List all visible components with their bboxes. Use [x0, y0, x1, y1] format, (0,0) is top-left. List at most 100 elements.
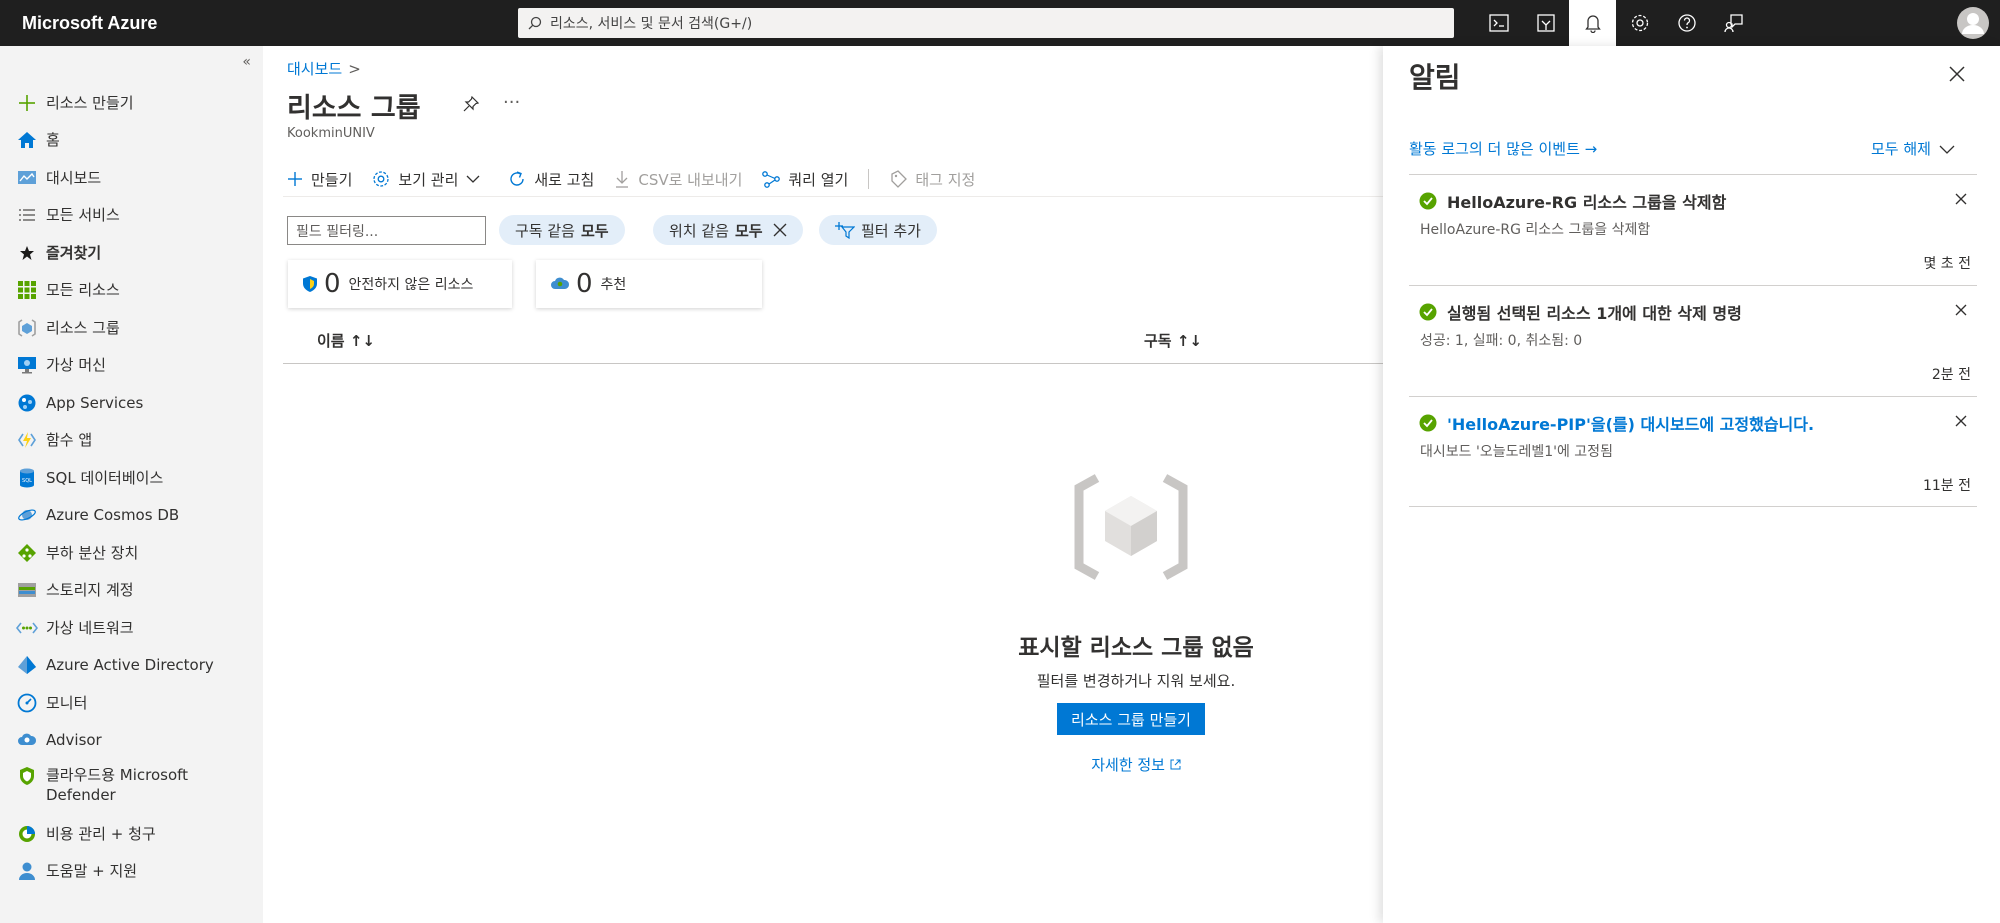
breadcrumb-separator: > [348, 60, 361, 78]
notification-item[interactable]: 'HelloAzure-PIP'을(를) 대시보드에 고정했습니다. 대시보드 … [1409, 396, 1977, 507]
pill-value: 모두 [580, 221, 609, 240]
sidebar-item-load-balancers[interactable]: 부하 분산 장치 [0, 534, 263, 572]
learn-more-label: 자세한 정보 [1091, 756, 1165, 774]
table-header: 이름 ↑↓ 구독 ↑↓ [283, 314, 1383, 364]
add-filter-pill[interactable]: 필터 추가 [819, 215, 937, 245]
search-placeholder: 리소스, 서비스 및 문서 검색(G+/) [550, 16, 753, 32]
user-avatar[interactable] [1946, 0, 2000, 46]
list-icon [16, 204, 38, 226]
cloud-shell-icon[interactable] [1475, 0, 1522, 46]
sidebar-item-create-resource[interactable]: 리소스 만들기 [0, 84, 263, 122]
notification-time: 몇 초 전 [1923, 256, 1971, 272]
location-filter-pill[interactable]: 위치 같음 모두 [653, 215, 803, 245]
open-query-button[interactable]: 쿼리 열기 [762, 169, 848, 190]
create-resource-group-button[interactable]: 리소스 그룹 만들기 [1057, 703, 1205, 735]
collapse-sidebar-button[interactable]: « [242, 54, 251, 70]
sidebar-item-advisor[interactable]: Advisor [0, 722, 263, 760]
sidebar-nav: 리소스 만들기 홈 대시보드 모든 서비스 즐겨찾기 모든 리소스 리소스 그룹 [0, 84, 263, 890]
sidebar-item-cost-management[interactable]: 비용 관리 + 청구 [0, 815, 263, 853]
notification-title[interactable]: 'HelloAzure-PIP'을(를) 대시보드에 고정했습니다. [1419, 411, 1814, 435]
sidebar-item-app-services[interactable]: App Services [0, 384, 263, 422]
sidebar-item-label: Azure Cosmos DB [46, 506, 180, 525]
sidebar-item-favorites[interactable]: 즐겨찾기 [0, 234, 263, 272]
pill-prefix: 위치 같음 [669, 221, 729, 240]
notifications-panel: 알림 활동 로그의 더 많은 이벤트 → 모두 해제 HelloAzure-RG… [1383, 46, 2000, 923]
sidebar-item-virtual-networks[interactable]: 가상 네트워크 [0, 609, 263, 647]
notification-title: HelloAzure-RG 리소스 그룹을 삭제함 [1419, 189, 1726, 213]
plus-icon [16, 92, 38, 114]
sidebar-item-all-services[interactable]: 모든 서비스 [0, 197, 263, 235]
notification-title-text: 실행됨 선택된 리소스 1개에 대한 삭제 명령 [1447, 304, 1742, 323]
notification-item[interactable]: 실행됨 선택된 리소스 1개에 대한 삭제 명령 성공: 1, 실패: 0, 취… [1409, 285, 1977, 396]
pin-icon[interactable] [463, 95, 480, 116]
sidebar-item-label: Azure Active Directory [46, 656, 214, 675]
notification-title-text: 'HelloAzure-PIP'을(를) 대시보드에 고정했습니다. [1447, 415, 1815, 434]
close-icon[interactable] [1955, 413, 1967, 431]
dismiss-all-button[interactable]: 모두 해제 [1871, 138, 1955, 159]
notifications-bell-icon[interactable] [1569, 0, 1616, 46]
sidebar-item-cosmos-db[interactable]: Azure Cosmos DB [0, 497, 263, 535]
success-check-icon [1419, 192, 1437, 210]
manage-view-button[interactable]: 보기 관리 [372, 169, 488, 190]
more-options-button[interactable]: ··· [503, 92, 520, 113]
command-bar-divider [283, 196, 1383, 197]
column-name-header[interactable]: 이름 ↑↓ [317, 330, 375, 351]
dashboard-icon [16, 167, 38, 189]
notification-title: 실행됨 선택된 리소스 1개에 대한 삭제 명령 [1419, 300, 1742, 324]
close-icon[interactable] [1949, 66, 1965, 86]
sql-database-icon: SQL [16, 467, 38, 489]
sidebar-item-monitor[interactable]: 모니터 [0, 684, 263, 722]
export-csv-label: CSV로 내보내기 [638, 170, 743, 189]
sidebar-item-dashboard[interactable]: 대시보드 [0, 159, 263, 197]
sidebar-item-help-support[interactable]: 도움말 + 지원 [0, 853, 263, 891]
feedback-icon[interactable] [1710, 0, 1757, 46]
close-icon[interactable] [1955, 191, 1967, 209]
directory-filter-icon[interactable] [1522, 0, 1569, 46]
sidebar-item-virtual-machines[interactable]: 가상 머신 [0, 347, 263, 385]
sidebar-item-label: 즐겨찾기 [46, 243, 102, 262]
resource-group-icon [16, 317, 38, 339]
notification-time: 2분 전 [1931, 367, 1971, 383]
help-support-icon [16, 860, 38, 882]
sidebar-item-active-directory[interactable]: Azure Active Directory [0, 647, 263, 685]
sidebar-item-label: 함수 앱 [46, 431, 93, 450]
sidebar-item-sql-databases[interactable]: SQL SQL 데이터베이스 [0, 459, 263, 497]
sidebar-item-all-resources[interactable]: 모든 리소스 [0, 272, 263, 310]
breadcrumb-dashboard-link[interactable]: 대시보드 [287, 60, 342, 78]
sidebar-item-home[interactable]: 홈 [0, 122, 263, 160]
column-subscription-header[interactable]: 구독 ↑↓ [1144, 330, 1202, 351]
notification-body: 대시보드 '오늘도레벨1'에 고정됨 [1420, 444, 1613, 460]
sidebar-item-defender[interactable]: 클라우드용 Microsoft Defender [0, 759, 263, 815]
global-search-input[interactable]: 리소스, 서비스 및 문서 검색(G+/) [518, 8, 1454, 38]
sidebar-item-storage-accounts[interactable]: 스토리지 계정 [0, 572, 263, 610]
insecure-resources-card[interactable]: 0 안전하지 않은 리소스 [288, 260, 512, 308]
refresh-icon [510, 171, 525, 186]
export-csv-button[interactable]: CSV로 내보내기 [614, 169, 742, 190]
help-icon[interactable] [1663, 0, 1710, 46]
sidebar-item-label: 리소스 그룹 [46, 318, 120, 337]
add-filter-label: 필터 추가 [861, 221, 921, 240]
filter-field-input[interactable]: 필드 필터링... [287, 216, 486, 245]
main-content: 대시보드 > 리소스 그룹 ··· KookminUNIV 만들기 보기 관리 새… [263, 46, 1383, 923]
active-directory-icon [16, 654, 38, 676]
close-icon[interactable] [1955, 302, 1967, 320]
assign-tags-button[interactable]: 태그 지정 [889, 169, 975, 190]
sidebar-item-resource-groups[interactable]: 리소스 그룹 [0, 309, 263, 347]
learn-more-link[interactable]: 자세한 정보 [1043, 754, 1229, 775]
recommendations-card[interactable]: 0 추천 [536, 260, 762, 308]
notification-item[interactable]: HelloAzure-RG 리소스 그룹을 삭제함 HelloAzure-RG … [1409, 174, 1977, 285]
sidebar-item-label: 홈 [46, 131, 60, 150]
sidebar-item-function-apps[interactable]: 함수 앱 [0, 422, 263, 460]
close-icon[interactable] [773, 223, 787, 237]
assign-tags-label: 태그 지정 [915, 170, 976, 189]
refresh-button[interactable]: 새로 고침 [508, 169, 594, 190]
sidebar-item-label: 대시보드 [46, 168, 102, 187]
activity-log-link[interactable]: 활동 로그의 더 많은 이벤트 → [1409, 138, 1597, 159]
create-button[interactable]: 만들기 [287, 169, 352, 190]
storage-account-icon [16, 579, 38, 601]
query-icon [762, 171, 781, 188]
settings-gear-icon[interactable] [1616, 0, 1663, 46]
subscription-filter-pill[interactable]: 구독 같음 모두 [499, 215, 625, 245]
advisor-cloud-icon [551, 277, 570, 289]
brand-title[interactable]: Microsoft Azure [0, 13, 518, 34]
